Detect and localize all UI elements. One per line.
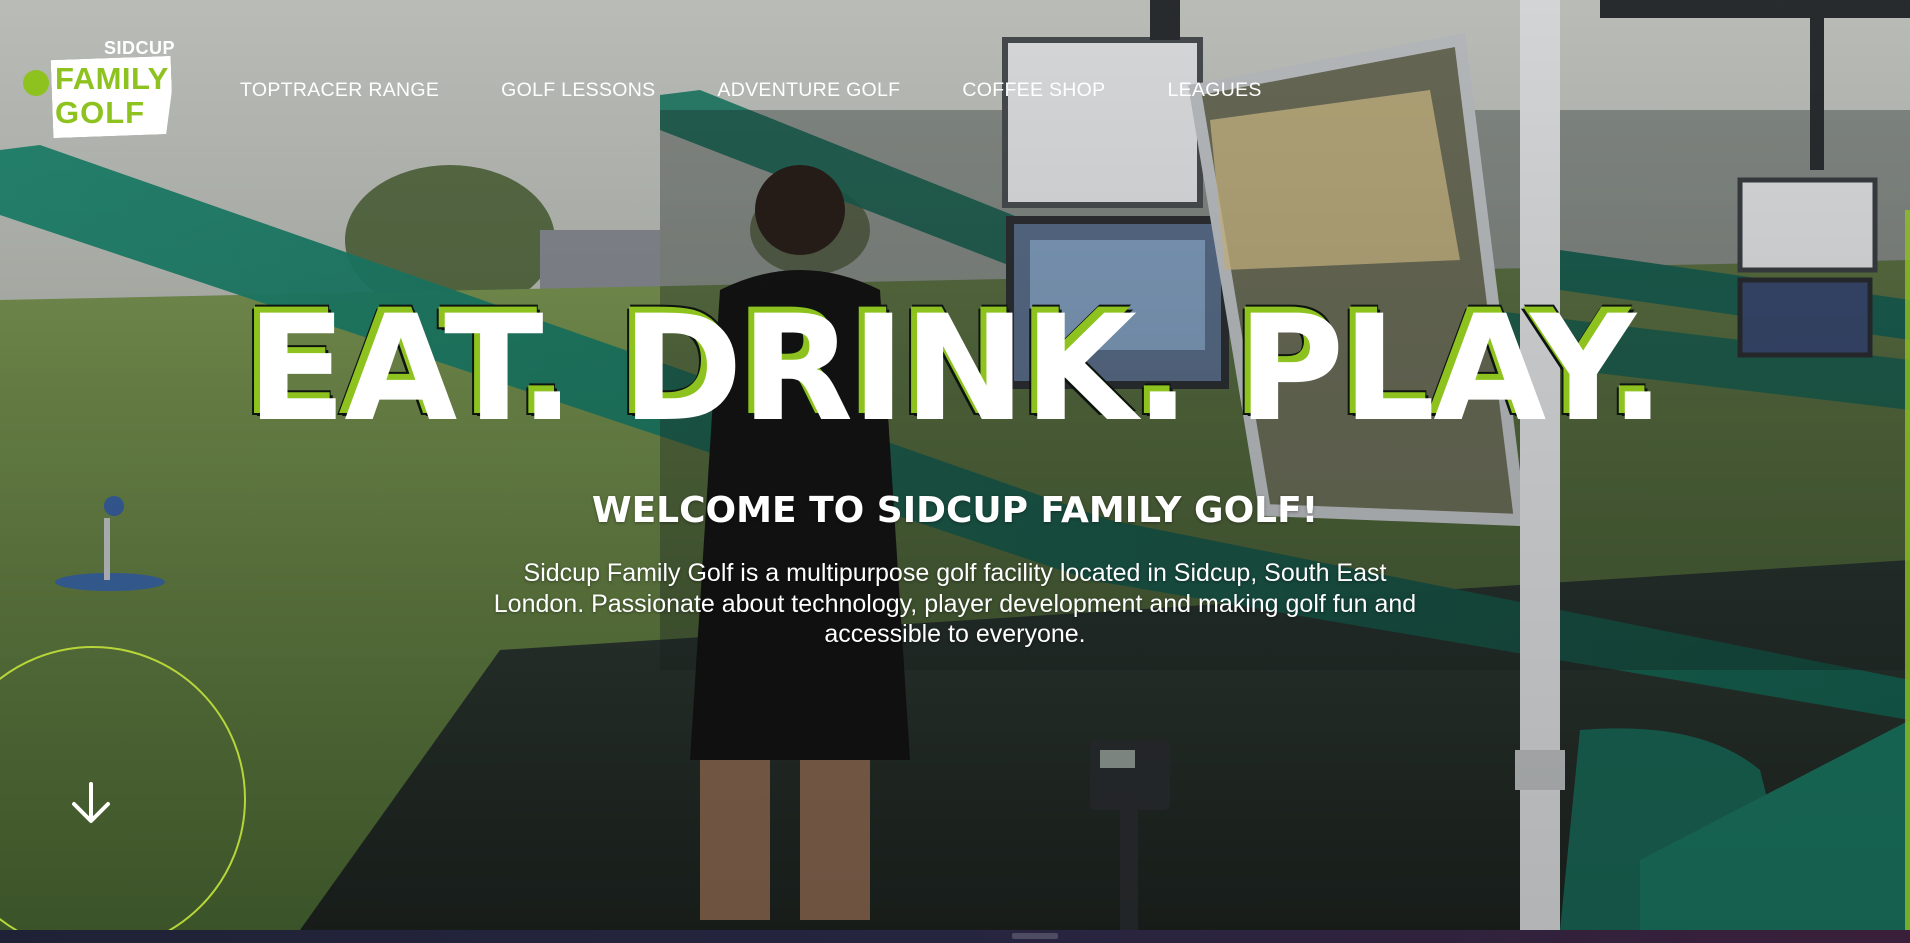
- logo-dot: [23, 70, 49, 96]
- main-nav: TOPTRACER RANGE GOLF LESSONS ADVENTURE G…: [240, 76, 1324, 104]
- hero-overlay: [0, 0, 1910, 930]
- hero-section: SIDCUP FAMILY GOLF TOPTRACER RANGE GOLF …: [0, 0, 1910, 943]
- nav-item-adventure-golf[interactable]: ADVENTURE GOLF: [717, 79, 900, 102]
- logo-golf-text: GOLF: [55, 95, 146, 130]
- hero-description: Sidcup Family Golf is a multipurpose gol…: [493, 559, 1417, 648]
- bottom-bar-handle[interactable]: [1012, 933, 1058, 939]
- site-logo[interactable]: SIDCUP FAMILY GOLF: [20, 36, 180, 140]
- nav-item-leagues[interactable]: LEAGUES: [1167, 79, 1261, 102]
- nav-item-coffee-shop[interactable]: COFFEE SHOP: [962, 79, 1105, 102]
- hero-headline: EAT. DRINK. PLAY.: [246, 284, 1666, 454]
- hero-welcome-heading: WELCOME TO SIDCUP FAMILY GOLF!: [591, 490, 1319, 531]
- logo-sidcup-text: SIDCUP: [104, 38, 176, 58]
- nav-item-golf-lessons[interactable]: GOLF LESSONS: [501, 79, 655, 102]
- arrow-down-icon[interactable]: [68, 780, 114, 826]
- nav-item-toptracer-range[interactable]: TOPTRACER RANGE: [240, 79, 439, 102]
- bottom-bar: [0, 930, 1910, 943]
- logo-family-text: FAMILY: [55, 61, 169, 96]
